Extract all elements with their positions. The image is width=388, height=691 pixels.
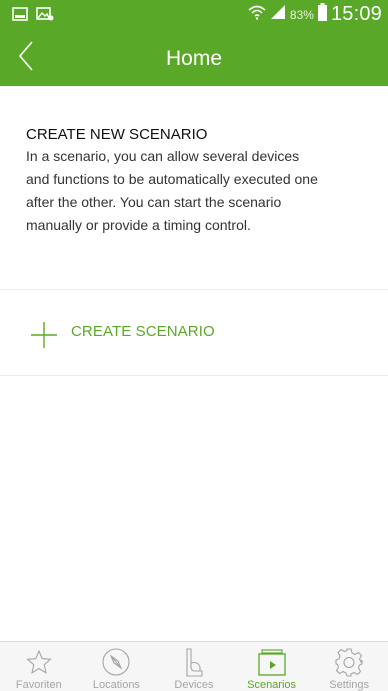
tab-settings[interactable]: Settings xyxy=(310,642,388,691)
tab-scenarios[interactable]: Scenarios xyxy=(233,642,311,691)
intro-section: CREATE NEW SCENARIO In a scenario, you c… xyxy=(26,126,326,237)
tab-favoriten[interactable]: Favoriten xyxy=(0,642,78,691)
status-clock: 15:09 xyxy=(330,3,382,25)
star-icon xyxy=(24,647,54,677)
signal-icon xyxy=(270,4,286,25)
tab-devices[interactable]: Devices xyxy=(155,642,233,691)
gallery-notification-icon xyxy=(12,6,28,27)
intro-heading: CREATE NEW SCENARIO xyxy=(26,126,208,143)
tab-label-settings: Settings xyxy=(329,679,370,691)
image-notification-icon xyxy=(36,6,54,27)
compass-icon xyxy=(101,647,131,677)
app-bar: Home xyxy=(0,30,388,86)
plus-icon xyxy=(30,321,58,354)
plug-icon xyxy=(179,647,209,677)
create-scenario-label: CREATE SCENARIO xyxy=(71,323,215,340)
battery-percent: 83% xyxy=(289,7,314,22)
tab-label-devices: Devices xyxy=(174,679,214,691)
create-scenario-button[interactable]: CREATE SCENARIO xyxy=(0,290,388,374)
tab-label-locations: Locations xyxy=(92,679,140,691)
divider-bottom xyxy=(0,375,388,376)
status-bar: 83% 15:09 xyxy=(0,0,388,30)
gear-icon xyxy=(334,647,364,677)
intro-body: In a scenario, you can allow several dev… xyxy=(26,148,318,233)
system-icons: 83% 15:09 xyxy=(248,3,382,26)
play-box-icon xyxy=(257,647,287,677)
notification-icons xyxy=(12,6,54,27)
page-title: Home xyxy=(165,47,223,70)
tab-label-favoriten: Favoriten xyxy=(15,679,62,691)
wifi-icon xyxy=(248,4,266,25)
tab-locations[interactable]: Locations xyxy=(78,642,156,691)
bottom-tab-bar: Favoriten Locations Devices Scenarios Se… xyxy=(0,641,388,691)
tab-label-scenarios: Scenarios xyxy=(247,679,297,691)
battery-icon xyxy=(317,3,327,26)
